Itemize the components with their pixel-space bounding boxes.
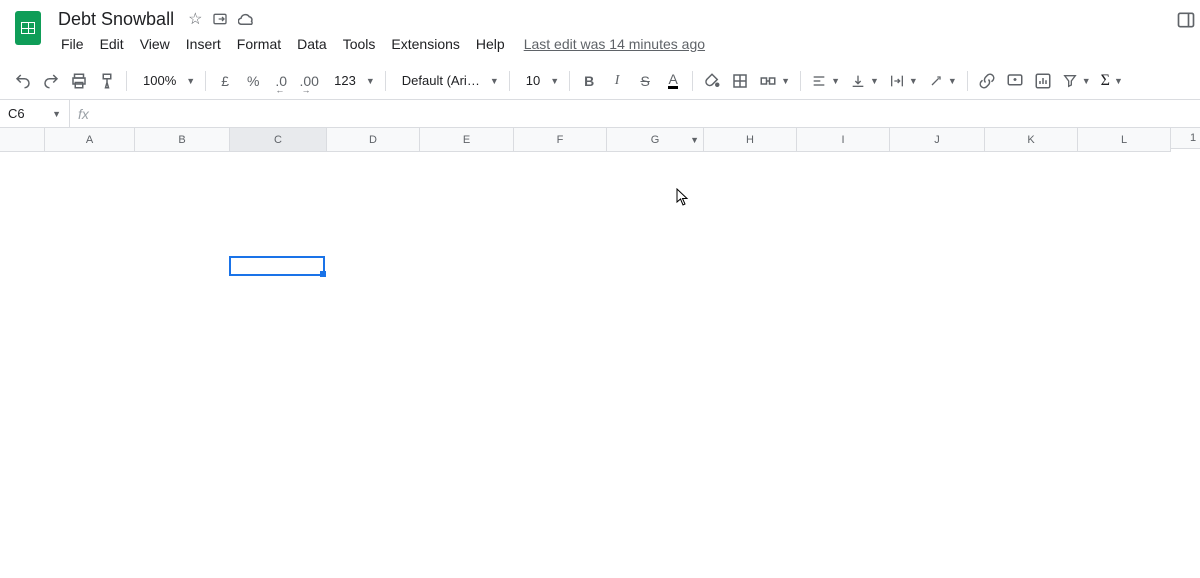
separator bbox=[692, 71, 693, 91]
separator bbox=[385, 71, 386, 91]
valign-dropdown[interactable]: ▼ bbox=[846, 73, 883, 89]
italic-button[interactable]: I bbox=[604, 68, 630, 94]
menu-tools[interactable]: Tools bbox=[336, 32, 383, 56]
number-format-dropdown[interactable]: 123▼ bbox=[324, 73, 379, 88]
wrap-dropdown[interactable]: ▼ bbox=[885, 73, 922, 89]
menu-data[interactable]: Data bbox=[290, 32, 334, 56]
name-box[interactable]: C6▼ bbox=[0, 100, 70, 127]
spreadsheet-grid[interactable]: ABCDEFG▼HIJKL1Total Monthly PaymentsAcco… bbox=[0, 128, 1200, 152]
toolbar: 100%▼ £ % .0← .00→ 123▼ Default (Ari…▼ 1… bbox=[0, 62, 1200, 100]
functions-dropdown[interactable]: Σ▼ bbox=[1097, 72, 1127, 90]
menu-view[interactable]: View bbox=[133, 32, 177, 56]
column-header-F[interactable]: F bbox=[514, 128, 607, 152]
column-header-C[interactable]: C bbox=[230, 128, 327, 152]
separator bbox=[967, 71, 968, 91]
separator bbox=[509, 71, 510, 91]
column-header-D[interactable]: D bbox=[327, 128, 420, 152]
separator bbox=[800, 71, 801, 91]
increase-decimal-button[interactable]: .00→ bbox=[296, 68, 322, 94]
filter-dropdown[interactable]: ▼ bbox=[1058, 73, 1095, 89]
separator bbox=[126, 71, 127, 91]
chart-button[interactable] bbox=[1030, 68, 1056, 94]
column-header-L[interactable]: L bbox=[1078, 128, 1171, 152]
cell-selection bbox=[229, 256, 325, 276]
sheets-logo[interactable] bbox=[8, 8, 48, 48]
currency-button[interactable]: £ bbox=[212, 68, 238, 94]
text-color-button[interactable]: A bbox=[660, 68, 686, 94]
menu-insert[interactable]: Insert bbox=[179, 32, 228, 56]
fx-label: fx bbox=[70, 106, 97, 122]
cloud-icon[interactable] bbox=[238, 12, 256, 26]
halign-dropdown[interactable]: ▼ bbox=[807, 73, 844, 89]
column-header-B[interactable]: B bbox=[135, 128, 230, 152]
strikethrough-button[interactable]: S bbox=[632, 68, 658, 94]
borders-button[interactable] bbox=[727, 68, 753, 94]
menu-edit[interactable]: Edit bbox=[93, 32, 131, 56]
separator bbox=[569, 71, 570, 91]
move-icon[interactable] bbox=[212, 11, 228, 27]
percent-button[interactable]: % bbox=[240, 68, 266, 94]
menu-help[interactable]: Help bbox=[469, 32, 512, 56]
sidebar-toggle-icon[interactable] bbox=[1176, 10, 1196, 30]
column-header-H[interactable]: H bbox=[704, 128, 797, 152]
doc-title[interactable]: Debt Snowball bbox=[54, 7, 178, 32]
formula-bar[interactable] bbox=[97, 100, 1200, 127]
column-header-A[interactable]: A bbox=[45, 128, 135, 152]
row-header-1[interactable]: 1 bbox=[1171, 128, 1200, 149]
column-header-K[interactable]: K bbox=[985, 128, 1078, 152]
column-header-I[interactable]: I bbox=[797, 128, 890, 152]
fontsize-dropdown[interactable]: 10▼ bbox=[516, 73, 563, 88]
column-header-G[interactable]: G▼ bbox=[607, 128, 704, 152]
print-button[interactable] bbox=[66, 68, 92, 94]
cursor-icon bbox=[676, 188, 690, 206]
merge-dropdown[interactable]: ▼ bbox=[755, 72, 794, 90]
paint-format-button[interactable] bbox=[94, 68, 120, 94]
comment-button[interactable] bbox=[1002, 68, 1028, 94]
menu-format[interactable]: Format bbox=[230, 32, 288, 56]
undo-button[interactable] bbox=[10, 68, 36, 94]
zoom-dropdown[interactable]: 100%▼ bbox=[133, 73, 199, 88]
separator bbox=[205, 71, 206, 91]
link-button[interactable] bbox=[974, 68, 1000, 94]
select-all-corner[interactable] bbox=[0, 128, 45, 152]
column-menu-icon[interactable]: ▼ bbox=[690, 135, 699, 145]
decrease-decimal-button[interactable]: .0← bbox=[268, 68, 294, 94]
fill-color-button[interactable] bbox=[699, 68, 725, 94]
rotate-dropdown[interactable]: ▼ bbox=[924, 73, 961, 89]
redo-button[interactable] bbox=[38, 68, 64, 94]
last-edit-link[interactable]: Last edit was 14 minutes ago bbox=[524, 36, 705, 52]
column-header-J[interactable]: J bbox=[890, 128, 985, 152]
star-icon[interactable]: ☆ bbox=[188, 9, 202, 29]
menu-file[interactable]: File bbox=[54, 32, 91, 56]
column-header-E[interactable]: E bbox=[420, 128, 514, 152]
bold-button[interactable]: B bbox=[576, 68, 602, 94]
font-dropdown[interactable]: Default (Ari…▼ bbox=[392, 73, 503, 88]
menu-extensions[interactable]: Extensions bbox=[384, 32, 466, 56]
